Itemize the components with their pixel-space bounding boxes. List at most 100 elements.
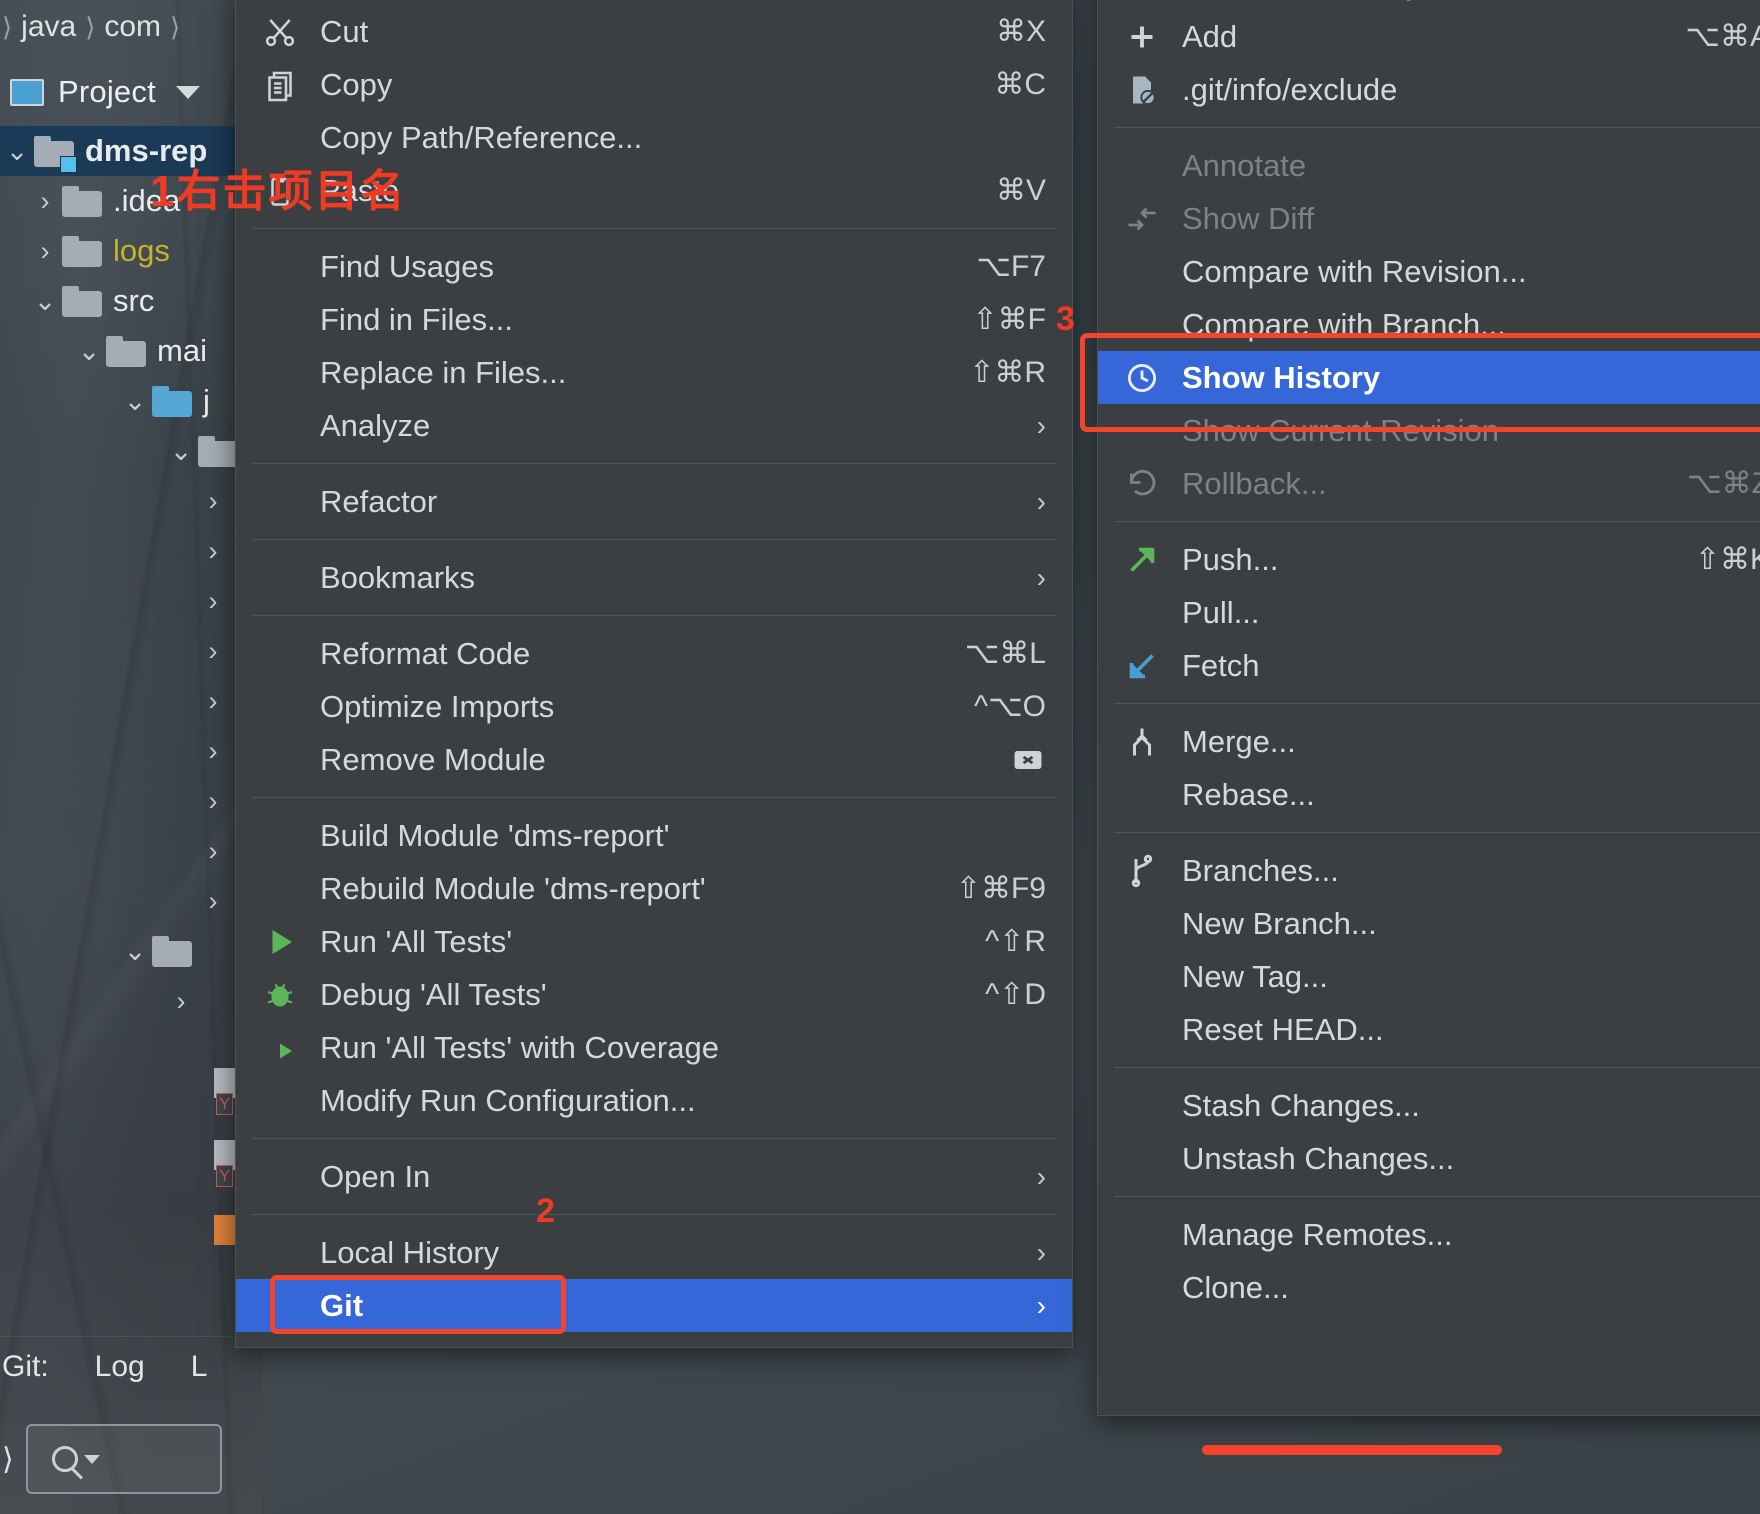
menu-item-build-module[interactable]: Build Module 'dms-report': [236, 809, 1072, 862]
breadcrumb-item-com[interactable]: com: [104, 10, 161, 44]
tree-node-collapsed[interactable]: ›: [0, 576, 262, 626]
chevron-right-icon[interactable]: ›: [196, 887, 230, 915]
menu-item-new-branch[interactable]: New Branch...: [1098, 897, 1760, 950]
chevron-right-icon[interactable]: ›: [196, 637, 230, 665]
project-tool-window-header[interactable]: Project: [0, 62, 262, 122]
chevron-down-icon[interactable]: ⌄: [118, 387, 152, 415]
chevron-down-icon[interactable]: ⌄: [0, 137, 34, 165]
git-submenu[interactable]: Commit Directory... Add ⌥⌘A .git/info/ex…: [1097, 0, 1760, 1416]
menu-item-unstash-changes[interactable]: Unstash Changes...: [1098, 1132, 1760, 1185]
menu-item-manage-remotes[interactable]: Manage Remotes...: [1098, 1208, 1760, 1261]
chevron-right-icon[interactable]: ›: [196, 587, 230, 615]
menu-item-label: Merge...: [1182, 723, 1296, 759]
menu-item-merge[interactable]: Merge...: [1098, 715, 1760, 768]
project-tree[interactable]: ⌄ dms-rep › .idea › logs ⌄ src ⌄ mai ⌄ j: [0, 126, 262, 1026]
project-context-menu[interactable]: Cut ⌘X Copy ⌘C Copy Path/Reference... Pa…: [235, 0, 1073, 1348]
chevron-down-icon[interactable]: ⌄: [28, 287, 62, 315]
menu-item-cut[interactable]: Cut ⌘X: [236, 5, 1072, 58]
menu-item-paste[interactable]: Paste ⌘V: [236, 164, 1072, 217]
chevron-right-icon[interactable]: ›: [28, 237, 62, 265]
menu-item-git[interactable]: Git ›: [236, 1279, 1072, 1332]
tree-node-collapsed[interactable]: ›: [0, 526, 262, 576]
menu-item-replace-in-files[interactable]: Replace in Files... ⇧⌘R: [236, 346, 1072, 399]
menu-item-remove-module[interactable]: Remove Module: [236, 733, 1072, 786]
menu-item-copy-path-reference[interactable]: Copy Path/Reference...: [236, 111, 1072, 164]
debug-icon: [262, 977, 320, 1013]
menu-item-rebuild-module[interactable]: Rebuild Module 'dms-report' ⇧⌘F9: [236, 862, 1072, 915]
tree-node-logs[interactable]: › logs: [0, 226, 262, 276]
breadcrumb-item-java[interactable]: java: [21, 10, 76, 44]
menu-item-add[interactable]: Add ⌥⌘A: [1098, 10, 1760, 63]
menu-item-reset-head[interactable]: Reset HEAD...: [1098, 1003, 1760, 1056]
menu-item-label: Commit Directory...: [1182, 0, 1760, 2]
chevron-right-icon[interactable]: ›: [196, 787, 230, 815]
tree-node-collapsed[interactable]: ›: [0, 776, 262, 826]
chevron-right-icon[interactable]: ⟩: [2, 1442, 14, 1477]
menu-item-new-tag[interactable]: New Tag...: [1098, 950, 1760, 1003]
menu-item-compare-with-revision[interactable]: Compare with Revision...: [1098, 245, 1760, 298]
tree-node-collapsed[interactable]: ›: [0, 726, 262, 776]
tree-node-collapsed[interactable]: ›: [0, 826, 262, 876]
menu-item-push[interactable]: Push... ⇧⌘K: [1098, 533, 1760, 586]
chevron-right-icon[interactable]: ›: [196, 537, 230, 565]
menu-item-optimize-imports[interactable]: Optimize Imports ^⌥O: [236, 680, 1072, 733]
tree-node-collapsed[interactable]: ›: [0, 676, 262, 726]
branch-icon: [1124, 853, 1182, 889]
menu-item-find-in-files[interactable]: Find in Files... ⇧⌘F: [236, 293, 1072, 346]
tree-node-collapsed[interactable]: ›: [0, 476, 262, 526]
chevron-down-icon[interactable]: ⌄: [72, 337, 106, 365]
tree-node-resources[interactable]: ⌄: [0, 926, 262, 976]
menu-item-modify-run-configuration[interactable]: Modify Run Configuration...: [236, 1074, 1072, 1127]
menu-item-find-usages[interactable]: Find Usages ⌥F7: [236, 240, 1072, 293]
chevron-right-icon[interactable]: ›: [164, 987, 198, 1015]
tree-node-dms-rep[interactable]: ⌄ dms-rep: [0, 126, 262, 176]
tree-node-java[interactable]: ⌄ j: [0, 376, 262, 426]
search-row[interactable]: ⟩: [0, 1404, 262, 1514]
menu-item-analyze[interactable]: Analyze ›: [236, 399, 1072, 452]
chevron-right-icon[interactable]: ›: [28, 187, 62, 215]
git-extra-tab[interactable]: L: [191, 1350, 208, 1384]
menu-item-run-with-coverage[interactable]: Run 'All Tests' with Coverage: [236, 1021, 1072, 1074]
chevron-right-icon[interactable]: ›: [196, 487, 230, 515]
search-input[interactable]: [25, 1424, 222, 1494]
tree-node-main[interactable]: ⌄ mai: [0, 326, 262, 376]
chevron-right-icon[interactable]: ›: [196, 687, 230, 715]
menu-item-open-in[interactable]: Open In ›: [236, 1150, 1072, 1203]
menu-item-stash-changes[interactable]: Stash Changes...: [1098, 1079, 1760, 1132]
tree-node-collapsed[interactable]: ›: [0, 976, 262, 1026]
menu-item-show-current-revision: Show Current Revision: [1098, 404, 1760, 457]
git-status-bar[interactable]: Git: Log L: [0, 1336, 262, 1396]
menu-item-git-info-exclude[interactable]: .git/info/exclude: [1098, 63, 1760, 116]
tree-node-src[interactable]: ⌄ src: [0, 276, 262, 326]
menu-item-label: New Branch...: [1182, 905, 1377, 941]
menu-item-clone[interactable]: Clone...: [1098, 1261, 1760, 1314]
chevron-down-icon[interactable]: [175, 85, 200, 99]
chevron-right-icon[interactable]: ›: [196, 737, 230, 765]
chevron-down-icon[interactable]: ⌄: [118, 937, 152, 965]
tree-node-collapsed[interactable]: ›: [0, 876, 262, 926]
menu-item-run-all-tests[interactable]: Run 'All Tests' ^⇧R: [236, 915, 1072, 968]
menu-item-local-history[interactable]: Local History ›: [236, 1226, 1072, 1279]
chevron-down-icon[interactable]: ⌄: [164, 437, 198, 465]
chevron-right-icon[interactable]: ›: [196, 837, 230, 865]
menu-item-debug-all-tests[interactable]: Debug 'All Tests' ^⇧D: [236, 968, 1072, 1021]
menu-item-bookmarks[interactable]: Bookmarks ›: [236, 551, 1072, 604]
menu-item-branches[interactable]: Branches...: [1098, 844, 1760, 897]
chevron-down-icon[interactable]: [83, 1454, 100, 1464]
submenu-arrow-icon: ›: [1036, 561, 1046, 593]
menu-item-refactor[interactable]: Refactor ›: [236, 475, 1072, 528]
menu-item-copy[interactable]: Copy ⌘C: [236, 58, 1072, 111]
tree-node-idea[interactable]: › .idea: [0, 176, 262, 226]
menu-item-show-history[interactable]: Show History: [1098, 351, 1760, 404]
menu-item-shortcut: ^⇧R: [985, 925, 1046, 958]
menu-item-reformat-code[interactable]: Reformat Code ⌥⌘L: [236, 627, 1072, 680]
menu-item-pull[interactable]: Pull...: [1098, 586, 1760, 639]
menu-item-fetch[interactable]: Fetch: [1098, 639, 1760, 692]
menu-item-label: New Tag...: [1182, 958, 1328, 994]
menu-item-rebase[interactable]: Rebase...: [1098, 768, 1760, 821]
tree-node-package[interactable]: ⌄: [0, 426, 262, 476]
menu-item-commit-directory[interactable]: Commit Directory...: [1098, 0, 1760, 10]
git-log-tab[interactable]: Log: [95, 1350, 145, 1384]
tree-node-collapsed[interactable]: ›: [0, 626, 262, 676]
menu-item-compare-with-branch[interactable]: Compare with Branch...: [1098, 298, 1760, 351]
